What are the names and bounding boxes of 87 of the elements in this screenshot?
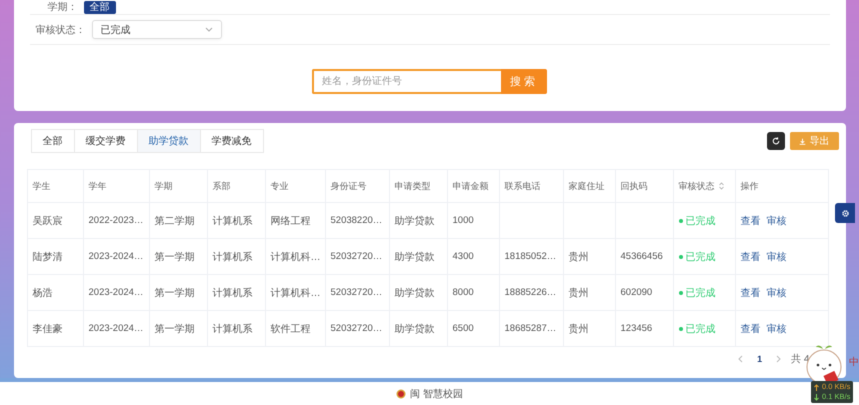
table-cell: 18185052… (499, 238, 563, 274)
table-cell: 第二学期 (149, 202, 207, 238)
filter-label: 审核状态： (36, 24, 86, 36)
refresh-icon (772, 137, 780, 145)
status-select[interactable]: 已完成 (92, 20, 222, 39)
tab[interactable]: 助学贷款 (138, 130, 200, 152)
next-page-icon[interactable] (776, 355, 782, 363)
table-cell: 4300 (447, 238, 499, 274)
table-cell: 第一学期 (149, 238, 207, 274)
emblem-icon (396, 388, 406, 398)
column-header[interactable]: 审核状态 (673, 170, 735, 202)
table-cell: 贵州 (563, 274, 615, 310)
action-link[interactable]: 查看 (740, 286, 760, 300)
table-cell: 第一学期 (149, 274, 207, 310)
column-header: 学生 (27, 170, 83, 202)
table-cell: 软件工程 (265, 310, 325, 346)
settings-icon (840, 208, 850, 218)
table-cell: 杨浩 (27, 274, 83, 310)
caret-icon (204, 27, 212, 32)
table-cell: 计算机科… (265, 274, 325, 310)
table-cell: 1000 (447, 202, 499, 238)
filter-label: 学期： (46, 0, 78, 14)
table-cell: 52032720… (325, 238, 389, 274)
table-cell: 贵州 (563, 310, 615, 346)
action-link[interactable]: 审核 (766, 322, 786, 336)
down-arrow-icon (814, 394, 819, 400)
table-cell: 602090 (615, 274, 673, 310)
table-cell: 52032720… (325, 310, 389, 346)
overlay-character: 中 (849, 356, 859, 369)
column-header: 回执码 (615, 170, 673, 202)
table-cell: 助学贷款 (389, 202, 447, 238)
table-cell: 18885226… (499, 274, 563, 310)
table-cell: 52032720… (325, 274, 389, 310)
action-link[interactable]: 审核 (766, 214, 786, 228)
action-link[interactable]: 查看 (740, 250, 760, 264)
page-number[interactable]: 1 (753, 354, 766, 364)
download-icon (798, 138, 806, 144)
status-label: 已完成 (678, 250, 716, 264)
column-header: 学年 (83, 170, 149, 202)
table-cell: 计算机系 (207, 202, 265, 238)
column-header: 申请金额 (447, 170, 499, 202)
column-header: 系部 (207, 170, 265, 202)
table-cell: 助学贷款 (389, 310, 447, 346)
table-cell: 计算机系 (207, 274, 265, 310)
refresh-button[interactable] (766, 132, 784, 150)
filter-chip[interactable]: 全部 (84, 0, 116, 14)
table-cell: 李佳豪 (27, 310, 83, 346)
table-cell: 52038220… (325, 202, 389, 238)
sort-icon[interactable] (718, 182, 724, 190)
table-cell: 助学贷款 (389, 274, 447, 310)
column-header: 操作 (735, 170, 828, 202)
table-cell: 第一学期 (149, 310, 207, 346)
column-header: 学期 (149, 170, 207, 202)
column-header: 联系电话 (499, 170, 563, 202)
up-arrow-icon (814, 384, 819, 390)
table-cell: 计算机系 (207, 238, 265, 274)
table-cell: 吴跃宸 (27, 202, 83, 238)
table-cell: 123456 (615, 310, 673, 346)
table-cell: 8000 (447, 274, 499, 310)
status-label: 已完成 (678, 214, 716, 228)
table-cell: 18685287… (499, 310, 563, 346)
table-cell: 2022-2023… (83, 202, 149, 238)
action-link[interactable]: 查看 (740, 322, 760, 336)
column-header: 家庭住址 (563, 170, 615, 202)
table-cell: 网络工程 (265, 202, 325, 238)
table-cell: 贵州 (563, 238, 615, 274)
action-link[interactable]: 审核 (766, 286, 786, 300)
table-cell: 2023-2024… (83, 274, 149, 310)
column-header: 专业 (265, 170, 325, 202)
table-cell: 6500 (447, 310, 499, 346)
status-label: 已完成 (678, 286, 716, 300)
previous-page-icon[interactable] (738, 355, 744, 363)
action-link[interactable]: 审核 (766, 250, 786, 264)
column-header: 申请类型 (389, 170, 447, 202)
search-field[interactable]: 姓名，身份证件号 (312, 69, 501, 94)
table-cell: 助学贷款 (389, 238, 447, 274)
settings-button[interactable] (835, 203, 855, 223)
table-cell: 陆梦清 (27, 238, 83, 274)
status-label: 已完成 (678, 322, 716, 336)
table-cell: 45366456 (615, 238, 673, 274)
table-cell: 计算机科… (265, 238, 325, 274)
table-cell: 2023-2024… (83, 238, 149, 274)
table-cell: 计算机系 (207, 310, 265, 346)
column-header: 身份证号 (325, 170, 389, 202)
footer-text: 闽 智慧校园 (410, 388, 463, 400)
action-link[interactable]: 查看 (740, 214, 760, 228)
table-cell: 2023-2024… (83, 310, 149, 346)
